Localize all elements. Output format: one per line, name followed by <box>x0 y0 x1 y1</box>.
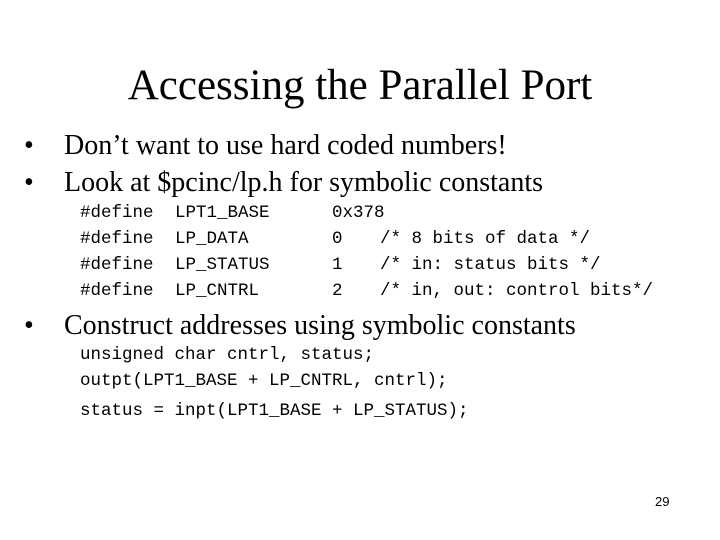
define-keyword: #define <box>80 281 154 301</box>
bullet-item: • Don’t want to use hard coded numbers! <box>24 130 507 162</box>
define-name: LP_STATUS <box>175 255 270 275</box>
define-name: LPT1_BASE <box>175 203 270 223</box>
define-name: LP_DATA <box>175 229 249 249</box>
code-line: unsigned char cntrl, status; <box>80 345 375 365</box>
define-row: #define LP_STATUS 1 /* in: status bits *… <box>80 255 601 277</box>
page-number: 29 <box>655 494 670 509</box>
define-name: LP_CNTRL <box>175 281 260 301</box>
bullet-dot-icon: • <box>24 167 34 198</box>
define-value: 0x378 <box>332 203 385 223</box>
bullet-item: • Look at $pcinc/lp.h for symbolic consta… <box>24 167 543 199</box>
bullet-text: Look at $pcinc/lp.h for symbolic constan… <box>64 167 544 198</box>
define-comment: /* 8 bits of data */ <box>380 229 591 249</box>
define-value: 2 <box>332 281 343 301</box>
bullet-text: Don’t want to use hard coded numbers! <box>64 130 507 161</box>
define-comment: /* in: status bits */ <box>380 255 601 275</box>
define-value: 1 <box>332 255 343 275</box>
define-row: #define LPT1_BASE 0x378 <box>80 203 385 225</box>
define-comment: /* in, out: control bits*/ <box>380 281 654 301</box>
bullet-item: • Construct addresses using symbolic cons… <box>24 310 576 342</box>
slide-title: Accessing the Parallel Port <box>127 62 593 109</box>
bullet-dot-icon: • <box>24 310 34 341</box>
define-keyword: #define <box>80 255 154 275</box>
bullet-text: Construct addresses using symbolic const… <box>64 310 576 341</box>
define-keyword: #define <box>80 203 154 223</box>
define-value: 0 <box>332 229 343 249</box>
bullet-dot-icon: • <box>24 130 34 161</box>
define-keyword: #define <box>80 229 154 249</box>
code-line: outpt(LPT1_BASE + LP_CNTRL, cntrl); <box>80 371 448 391</box>
code-line: status = inpt(LPT1_BASE + LP_STATUS); <box>80 401 469 421</box>
define-row: #define LP_CNTRL 2 /* in, out: control b… <box>80 281 653 303</box>
define-row: #define LP_DATA 0 /* 8 bits of data */ <box>80 229 590 251</box>
